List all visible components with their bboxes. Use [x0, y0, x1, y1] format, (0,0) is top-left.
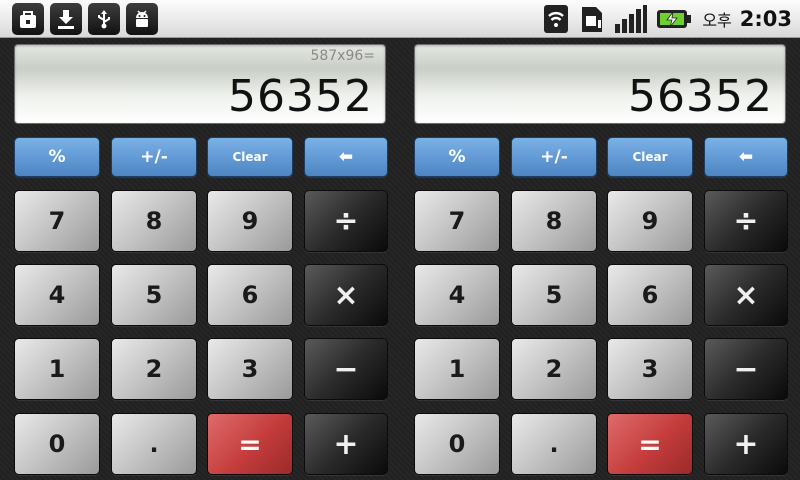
notification-icons: [12, 3, 158, 35]
equals-button[interactable]: =: [607, 413, 693, 475]
three-button[interactable]: 3: [207, 338, 293, 400]
seven-button[interactable]: 7: [14, 190, 100, 252]
zero-button[interactable]: 0: [14, 413, 100, 475]
one-button[interactable]: 1: [414, 338, 500, 400]
percent-button[interactable]: %: [414, 137, 500, 177]
multiply-button[interactable]: ×: [704, 264, 788, 326]
minus-button[interactable]: −: [304, 338, 388, 400]
two-button[interactable]: 2: [511, 338, 597, 400]
clear-button[interactable]: Clear: [207, 137, 293, 177]
decimal-button[interactable]: .: [511, 413, 597, 475]
result-value: 56352: [628, 71, 773, 122]
backspace-icon: ⬅: [738, 147, 754, 167]
four-button[interactable]: 4: [14, 264, 100, 326]
divide-button[interactable]: ÷: [304, 190, 388, 252]
one-button[interactable]: 1: [14, 338, 100, 400]
plus-button[interactable]: +: [704, 413, 788, 475]
calculator-display: 587x96= 56352: [14, 44, 386, 124]
calculator-area: 587x96= 56352 % +/- Clear ⬅ 7 8 9 ÷ 4 5 …: [0, 38, 800, 480]
eight-button[interactable]: 8: [111, 190, 197, 252]
five-button[interactable]: 5: [111, 264, 197, 326]
usb-icon[interactable]: [88, 3, 120, 35]
battery-charging-icon: [656, 4, 692, 34]
eight-button[interactable]: 8: [511, 190, 597, 252]
clock-time: 2:03: [739, 7, 792, 31]
result-value: 56352: [228, 71, 373, 122]
status-bar: 오후 2:03: [0, 0, 800, 38]
multiply-button[interactable]: ×: [304, 264, 388, 326]
calculator-right: 56352 % +/- Clear ⬅ 7 8 9 ÷ 4 5 6 × 1 2 …: [412, 38, 792, 480]
backspace-button[interactable]: ⬅: [304, 137, 388, 177]
calculator-display: 56352: [414, 44, 786, 124]
plus-button[interactable]: +: [304, 413, 388, 475]
six-button[interactable]: 6: [607, 264, 693, 326]
decimal-button[interactable]: .: [111, 413, 197, 475]
signal-icon: [614, 4, 648, 34]
clear-button[interactable]: Clear: [607, 137, 693, 177]
two-button[interactable]: 2: [111, 338, 197, 400]
download-icon[interactable]: [50, 3, 82, 35]
plus-minus-button[interactable]: +/-: [111, 137, 197, 177]
calculator-left: 587x96= 56352 % +/- Clear ⬅ 7 8 9 ÷ 4 5 …: [12, 38, 392, 480]
seven-button[interactable]: 7: [414, 190, 500, 252]
sim-icon: [578, 4, 606, 34]
briefcase-lock-icon[interactable]: [12, 3, 44, 35]
wifi-icon: [542, 4, 570, 34]
three-button[interactable]: 3: [607, 338, 693, 400]
minus-button[interactable]: −: [704, 338, 788, 400]
plus-minus-button[interactable]: +/-: [511, 137, 597, 177]
nine-button[interactable]: 9: [607, 190, 693, 252]
android-debug-icon[interactable]: [126, 3, 158, 35]
clock-ampm: 오후: [702, 11, 732, 30]
percent-button[interactable]: %: [14, 137, 100, 177]
four-button[interactable]: 4: [414, 264, 500, 326]
system-icons: 오후 2:03: [542, 3, 792, 35]
backspace-button[interactable]: ⬅: [704, 137, 788, 177]
equals-button[interactable]: =: [207, 413, 293, 475]
nine-button[interactable]: 9: [207, 190, 293, 252]
zero-button[interactable]: 0: [414, 413, 500, 475]
backspace-icon: ⬅: [338, 147, 354, 167]
five-button[interactable]: 5: [511, 264, 597, 326]
divide-button[interactable]: ÷: [704, 190, 788, 252]
six-button[interactable]: 6: [207, 264, 293, 326]
expression-text: 587x96=: [310, 48, 375, 64]
